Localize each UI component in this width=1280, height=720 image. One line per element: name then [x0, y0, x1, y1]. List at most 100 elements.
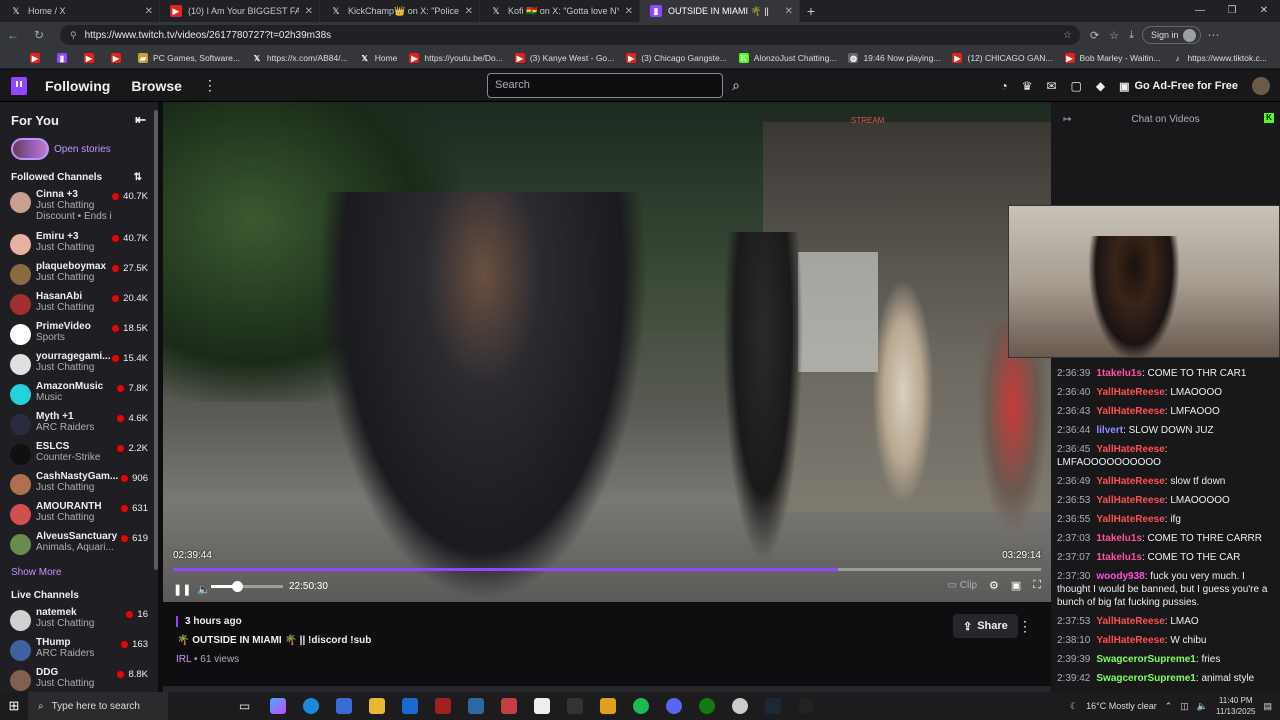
bookmark-star-icon[interactable]: ☆ [1063, 30, 1072, 41]
chat-timestamp[interactable]: 2:36:45 [1057, 444, 1090, 455]
favorites-icon[interactable]: ☆ [1109, 29, 1119, 42]
sidebar-channel[interactable]: AMOURANTH Just Chatting 631 [0, 495, 158, 525]
app-icon[interactable] [426, 692, 459, 720]
app-icon[interactable] [525, 692, 558, 720]
windows-start-icon[interactable]: ⊞ [0, 698, 28, 714]
download-icon[interactable]: ⤓ [1129, 29, 1134, 42]
chat-timestamp[interactable]: 2:36:44 [1057, 425, 1090, 436]
whispers-icon[interactable]: ▢ [1071, 79, 1082, 93]
chat-timestamp[interactable]: 2:36:53 [1057, 495, 1090, 506]
collapse-chat-icon[interactable]: ↦ [1063, 114, 1071, 125]
browser-tab[interactable]: ▶ (10) I Am Your BIGGEST FAN | The ✕ [160, 0, 320, 22]
chat-username[interactable]: SwagcerorSupreme1 [1096, 673, 1196, 684]
nav-browse[interactable]: Browse [131, 78, 182, 94]
sidebar-channel[interactable]: yourragegami... Just Chatting 15.4K [0, 345, 158, 375]
inbox-icon[interactable]: ✉ [1046, 79, 1056, 93]
weather-text[interactable]: 16°C Mostly clear [1086, 701, 1157, 711]
browser-tab[interactable]: ▮ OUTSIDE IN MIAMI 🌴 || ✕ [640, 0, 800, 22]
sidebar-channel[interactable]: Myth +1 ARC Raiders 4.6K [0, 405, 158, 435]
sidebar-channel[interactable]: CashNastyGam... Just Chatting 906 [0, 465, 158, 495]
bookmark-item[interactable]: ▮ [57, 53, 72, 63]
sidebar-live-channel[interactable]: natemek Just Chatting 16 [0, 601, 158, 631]
bookmark-item[interactable]: ▶ https://youtu.be/Do... [409, 53, 503, 63]
progress-bar[interactable] [173, 568, 1041, 571]
chat-timestamp[interactable]: 2:39:42 [1057, 673, 1090, 684]
task-view-icon[interactable]: ▭ [228, 692, 261, 720]
user-avatar[interactable] [1252, 77, 1270, 95]
nav-following[interactable]: Following [45, 78, 110, 94]
sidebar-channel[interactable]: AlveusSanctuary Animals, Aquari... 619 [0, 525, 158, 555]
outlook-icon[interactable] [393, 692, 426, 720]
chat-timestamp[interactable]: 2:38:10 [1057, 635, 1090, 646]
chat-username[interactable]: SwagcerorSupreme1 [1096, 654, 1196, 665]
steam-icon[interactable] [756, 692, 789, 720]
close-tab-icon[interactable]: ✕ [145, 6, 153, 17]
app-icon[interactable] [558, 692, 591, 720]
close-tab-icon[interactable]: ✕ [465, 6, 473, 17]
copilot-icon[interactable] [261, 692, 294, 720]
network-icon[interactable]: ◫ [1180, 701, 1189, 712]
chat-username[interactable]: 1takelu1s [1096, 368, 1142, 379]
bookmark-item[interactable]: ▶ (3) Chicago Gangste... [626, 53, 727, 63]
chat-timestamp[interactable]: 2:36:40 [1057, 387, 1090, 398]
tray-chevron-icon[interactable]: ⌃ [1165, 701, 1173, 712]
video-player[interactable]: STREAM 02:39:44 03:29:14 ❚❚ 🔈 22:50:30 ▭… [163, 102, 1051, 602]
app-icon[interactable] [723, 692, 756, 720]
chat-username[interactable]: YallHateReese [1096, 616, 1164, 627]
speaker-icon[interactable]: 🔈 [1197, 701, 1208, 712]
sidebar-channel[interactable]: HasanAbi Just Chatting 20.4K [0, 285, 158, 315]
chat-username[interactable]: YallHateReese [1096, 444, 1164, 455]
bits-icon[interactable]: ◆ [1096, 79, 1105, 93]
chat-username[interactable]: woody938 [1096, 571, 1144, 582]
chat-username[interactable]: YallHateReese [1096, 406, 1164, 417]
theatre-mode-icon[interactable]: ▣ [1011, 579, 1021, 592]
chat-username[interactable]: YallHateReese [1096, 635, 1164, 646]
app-icon[interactable] [459, 692, 492, 720]
bookmark-item[interactable]: K AlonzoJust Chatting... [738, 53, 836, 63]
app-icon[interactable] [492, 692, 525, 720]
twitch-logo-icon[interactable] [11, 76, 27, 95]
close-window-icon[interactable]: ✕ [1248, 0, 1280, 22]
sidebar-channel[interactable]: PrimeVideo Sports 18.5K [0, 315, 158, 345]
chat-username[interactable]: 1takelu1s [1096, 552, 1142, 563]
extension-icon[interactable]: ⟳ [1090, 29, 1099, 42]
menu-dots-icon[interactable]: ⋯ [1201, 28, 1227, 42]
clock[interactable]: 11:40 PM 11/13/2025 [1216, 695, 1255, 717]
app-icon[interactable] [591, 692, 624, 720]
kick-extension-icon[interactable]: K [1264, 113, 1274, 123]
chat-timestamp[interactable]: 2:39:39 [1057, 654, 1090, 665]
browser-tab[interactable]: 𝕏 Home / X ✕ [0, 0, 160, 22]
clip-button[interactable]: ▭ Clip [948, 580, 977, 591]
weather-icon[interactable]: ☾ [1070, 701, 1078, 712]
sidebar-channel[interactable]: ESLCS Counter-Strike 2.2K [0, 435, 158, 465]
more-options-icon[interactable]: ⋮ [1018, 618, 1032, 635]
fullscreen-icon[interactable]: ⛶ [1033, 579, 1041, 592]
bookmark-item[interactable]: ▶ (12) CHICAGO GAN... [952, 53, 1053, 63]
volume-knob[interactable] [232, 581, 243, 592]
store-icon[interactable] [327, 692, 360, 720]
sidebar-channel[interactable]: Emiru +3 Just Chatting 40.7K [0, 225, 158, 255]
sign-in-button[interactable]: Sign in [1141, 26, 1201, 44]
sidebar-channel[interactable]: AmazonMusic Music 7.8K [0, 375, 158, 405]
chat-timestamp[interactable]: 2:36:39 [1057, 368, 1090, 379]
close-tab-icon[interactable]: ✕ [625, 6, 633, 17]
bookmark-item[interactable]: ▶ [84, 53, 99, 63]
collapse-sidebar-icon[interactable]: ⇤ [135, 112, 146, 128]
volume-icon[interactable]: 🔈 [197, 583, 211, 596]
discord-icon[interactable] [657, 692, 690, 720]
chat-timestamp[interactable]: 2:37:30 [1057, 571, 1090, 582]
more-menu-icon[interactable]: ⋮ [203, 77, 217, 94]
spotify-icon[interactable] [624, 692, 657, 720]
bookmark-item[interactable]: ▰ PC Games, Software... [138, 53, 240, 63]
chat-timestamp[interactable]: 2:36:49 [1057, 476, 1090, 487]
open-stories-link[interactable]: Open stories [11, 138, 158, 160]
chat-username[interactable]: YallHateReese [1096, 514, 1164, 525]
crown-icon[interactable]: ♛ [1022, 79, 1033, 93]
show-more-link[interactable]: Show More [0, 555, 158, 578]
category-link[interactable]: IRL [176, 654, 191, 665]
settings-gear-icon[interactable]: ⚙ [989, 579, 999, 592]
search-icon[interactable]: ⌕ [725, 73, 747, 98]
bookmark-item[interactable]: ▶ [111, 53, 126, 63]
browser-tab[interactable]: 𝕏 KickChamp👑 on X: "Police expla ✕ [320, 0, 480, 22]
notifications-icon[interactable]: ▤ [1263, 701, 1272, 712]
